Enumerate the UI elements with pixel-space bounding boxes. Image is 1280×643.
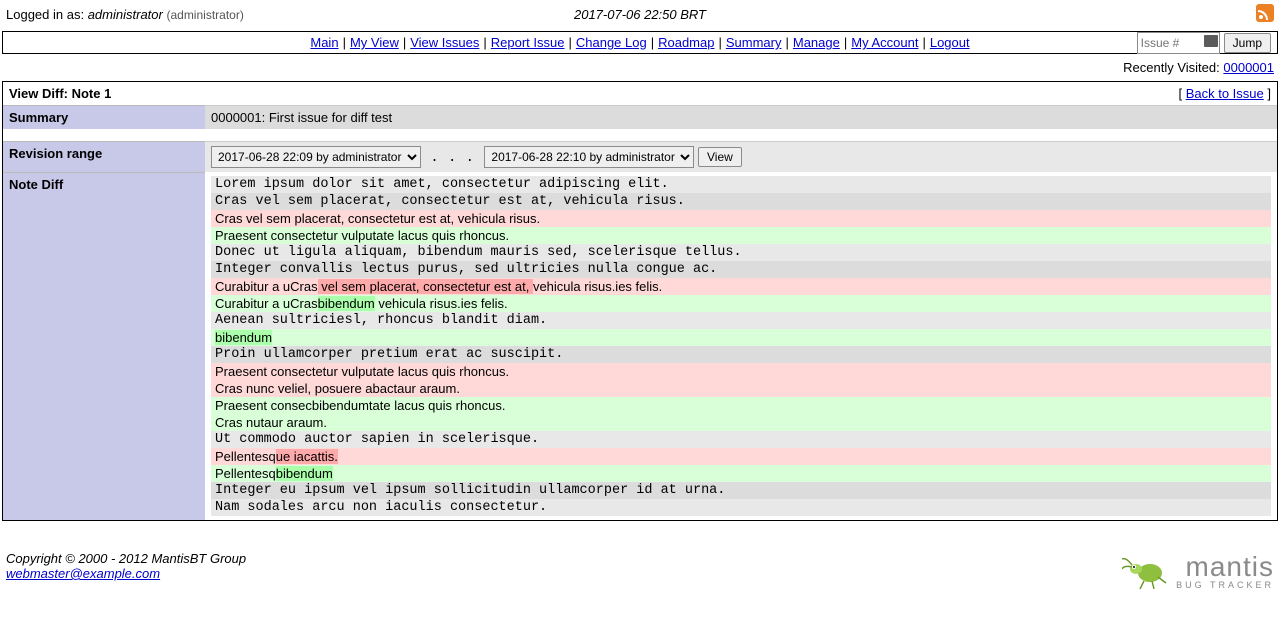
diff-line: Donec ut ligula aliquam, bibendum mauris…	[211, 244, 1271, 261]
diff-inline-added: bibendum	[215, 330, 272, 345]
note-diff-label: Note Diff	[3, 172, 205, 520]
revision-dots: . . .	[425, 150, 481, 165]
diff-line: Ut commodo auctor sapien in scelerisque.	[211, 431, 1271, 448]
diff-segment: Curabitur a uCras	[215, 296, 318, 311]
diff-segment: Pellentesq	[215, 466, 276, 481]
issue-input-wrap	[1137, 32, 1220, 54]
diff-line: Pellentesque iacattis.	[211, 448, 1271, 465]
revision-to-select[interactable]: 2017-06-28 22:10 by administrator	[484, 146, 694, 168]
nav-separator: |	[918, 35, 929, 50]
diff-segment: vehicula risus.ies felis.	[533, 279, 662, 294]
nav-link-my-view[interactable]: My View	[350, 35, 399, 50]
diff-segment: Curabitur a uCras	[215, 279, 318, 294]
diff-body: Lorem ipsum dolor sit amet, consectetur …	[205, 172, 1277, 520]
diff-line: Cras vel sem placerat, consectetur est a…	[211, 210, 1271, 227]
diff-line: Lorem ipsum dolor sit amet, consectetur …	[211, 176, 1271, 193]
back-prefix: [	[1178, 86, 1185, 101]
revision-range-controls: 2017-06-28 22:09 by administrator . . . …	[205, 142, 1277, 173]
diff-segment: Praesent consecbibendumtate lacus quis r…	[215, 398, 506, 413]
nav-separator: |	[399, 35, 410, 50]
nav-link-manage[interactable]: Manage	[793, 35, 840, 50]
nav-link-report-issue[interactable]: Report Issue	[491, 35, 565, 50]
panel-back-cell: [ Back to Issue ]	[205, 82, 1277, 106]
diff-line: Praesent consecbibendumtate lacus quis r…	[211, 397, 1271, 414]
diff-line: Nam sodales arcu non iaculis consectetur…	[211, 499, 1271, 516]
diff-inline-removed: ue iacattis.	[276, 449, 338, 464]
revision-from-select[interactable]: 2017-06-28 22:09 by administrator	[211, 146, 421, 168]
nav-link-change-log[interactable]: Change Log	[576, 35, 647, 50]
nav-separator: |	[479, 35, 490, 50]
diff-line: Cras nunc veliel, posuere abactaur araum…	[211, 380, 1271, 397]
revision-range-label: Revision range	[3, 142, 205, 173]
nav-separator: |	[647, 35, 658, 50]
diff-line: Cras vel sem placerat, consectetur est a…	[211, 193, 1271, 210]
logo-big-text: mantis	[1186, 553, 1274, 581]
nav-links: Main|My View|View Issues|Report Issue|Ch…	[310, 35, 969, 50]
diff-inline-added: bibendum	[318, 296, 375, 311]
copyright-text: Copyright © 2000 - 2012 MantisBT Group	[6, 551, 246, 566]
mantis-logo-text: mantis BUG TRACKER	[1176, 553, 1274, 590]
diff-line: Praesent consectetur vulputate lacus qui…	[211, 363, 1271, 380]
nav-separator: |	[714, 35, 725, 50]
diff-segment: Cras vel sem placerat, consectetur est a…	[215, 211, 540, 226]
diff-segment: Praesent consectetur vulputate lacus qui…	[215, 228, 509, 243]
rss-link[interactable]	[1256, 4, 1274, 25]
diff-segment: Praesent consectetur vulputate lacus qui…	[215, 364, 509, 379]
diff-line: Curabitur a uCrasbibendum vehicula risus…	[211, 295, 1271, 312]
diff-line: Praesent consectetur vulputate lacus qui…	[211, 227, 1271, 244]
diff-line: Cras nutaur araum.	[211, 414, 1271, 431]
logo-small-text: BUG TRACKER	[1176, 581, 1274, 590]
main-nav: Main|My View|View Issues|Report Issue|Ch…	[2, 31, 1278, 54]
view-button[interactable]: View	[698, 147, 742, 167]
diff-panel: View Diff: Note 1 [ Back to Issue ] Summ…	[2, 81, 1278, 521]
server-datetime: 2017-07-06 22:50 BRT	[0, 7, 1280, 22]
summary-value: 0000001: First issue for diff test	[205, 106, 1277, 130]
keyboard-icon	[1204, 35, 1218, 47]
nav-jump-form: Jump	[1137, 32, 1271, 54]
nav-link-view-issues[interactable]: View Issues	[410, 35, 479, 50]
diff-inline-removed: vel sem placerat, consectetur est at,	[318, 279, 533, 294]
back-to-issue-link[interactable]: Back to Issue	[1186, 86, 1264, 101]
top-info-bar: Logged in as: administrator (administrat…	[0, 0, 1280, 31]
footer: Copyright © 2000 - 2012 MantisBT Group w…	[0, 521, 1280, 597]
diff-segment: Pellentesq	[215, 449, 276, 464]
nav-separator: |	[840, 35, 851, 50]
recently-link[interactable]: 0000001	[1223, 60, 1274, 75]
nav-link-main[interactable]: Main	[310, 35, 338, 50]
diff-line: Aenean sultriciesl, rhoncus blandit diam…	[211, 312, 1271, 329]
nav-link-logout[interactable]: Logout	[930, 35, 970, 50]
diff-inline-added: bibendum	[276, 466, 333, 481]
recently-visited: Recently Visited: 0000001	[0, 54, 1280, 81]
nav-link-summary[interactable]: Summary	[726, 35, 782, 50]
mantis-logo: mantis BUG TRACKER	[1122, 551, 1274, 591]
summary-label: Summary	[3, 106, 205, 130]
diff-line: Integer convallis lectus purus, sed ultr…	[211, 261, 1271, 278]
nav-separator: |	[564, 35, 575, 50]
diff-line: Proin ullamcorper pretium erat ac suscip…	[211, 346, 1271, 363]
panel-title: View Diff: Note 1	[3, 82, 205, 106]
nav-separator: |	[781, 35, 792, 50]
recently-label: Recently Visited:	[1123, 60, 1220, 75]
nav-separator: |	[339, 35, 350, 50]
webmaster-email-link[interactable]: webmaster@example.com	[6, 566, 160, 581]
diff-segment: Cras nutaur araum.	[215, 415, 327, 430]
back-suffix: ]	[1264, 86, 1271, 101]
nav-link-roadmap[interactable]: Roadmap	[658, 35, 714, 50]
footer-copy: Copyright © 2000 - 2012 MantisBT Group w…	[6, 551, 246, 581]
mantis-bug-icon	[1122, 551, 1170, 591]
diff-segment: Cras nunc veliel, posuere abactaur araum…	[215, 381, 460, 396]
diff-line: Curabitur a uCras vel sem placerat, cons…	[211, 278, 1271, 295]
diff-line: Integer eu ipsum vel ipsum sollicitudin …	[211, 482, 1271, 499]
rss-icon	[1256, 4, 1274, 22]
nav-link-my-account[interactable]: My Account	[851, 35, 918, 50]
diff-line: bibendum	[211, 329, 1271, 346]
jump-button[interactable]: Jump	[1224, 33, 1271, 53]
diff-segment: vehicula risus.ies felis.	[375, 296, 508, 311]
diff-line: Pellentesqbibendum	[211, 465, 1271, 482]
